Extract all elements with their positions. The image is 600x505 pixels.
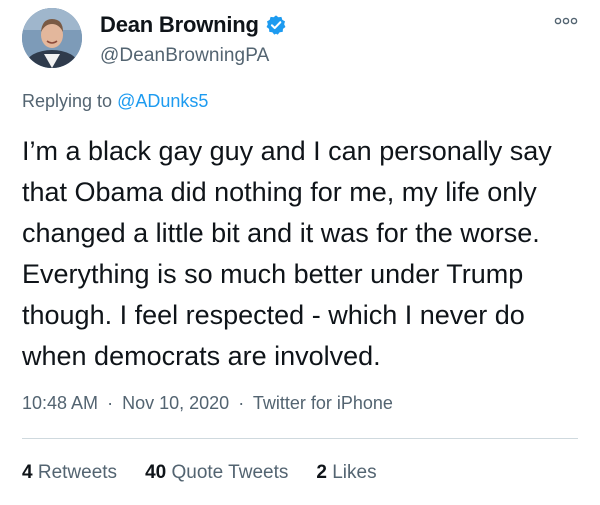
likes-label: Likes bbox=[332, 462, 377, 483]
meta-separator-2: · bbox=[238, 393, 245, 413]
divider bbox=[22, 438, 578, 439]
author-info: Dean Browning @DeanBrowningPA bbox=[100, 10, 287, 67]
display-name-row: Dean Browning bbox=[100, 10, 287, 40]
verified-badge-icon bbox=[265, 14, 287, 36]
tweet-time[interactable]: 10:48 AM bbox=[22, 393, 98, 413]
display-name[interactable]: Dean Browning bbox=[100, 12, 259, 38]
likes-stat[interactable]: 2 Likes bbox=[316, 462, 376, 484]
quote-tweets-stat[interactable]: 40 Quote Tweets bbox=[145, 462, 288, 484]
quote-tweets-count: 40 bbox=[145, 462, 167, 483]
more-horizontal-icon bbox=[554, 17, 578, 25]
avatar[interactable] bbox=[22, 8, 82, 68]
retweets-label: Retweets bbox=[37, 462, 118, 483]
retweets-stat[interactable]: 4 Retweets bbox=[22, 462, 117, 484]
tweet-meta: 10:48 AM · Nov 10, 2020 · Twitter for iP… bbox=[22, 393, 393, 414]
engagement-stats: 4 Retweets 40 Quote Tweets 2 Likes bbox=[22, 462, 405, 484]
quote-tweets-label: Quote Tweets bbox=[171, 462, 289, 483]
more-options-button[interactable] bbox=[554, 14, 578, 28]
reply-mention-link[interactable]: @ADunks5 bbox=[117, 91, 208, 111]
tweet-source[interactable]: Twitter for iPhone bbox=[253, 393, 393, 413]
likes-count: 2 bbox=[316, 462, 327, 483]
tweet-date[interactable]: Nov 10, 2020 bbox=[122, 393, 229, 413]
meta-separator: · bbox=[107, 393, 114, 413]
replying-prefix: Replying to bbox=[22, 91, 118, 111]
tweet-text: I’m a black gay guy and I can personally… bbox=[22, 136, 552, 371]
avatar-image bbox=[22, 8, 82, 68]
replying-to: Replying to @ADunks5 bbox=[22, 91, 208, 112]
retweets-count: 4 bbox=[22, 462, 33, 483]
tweet-card: Dean Browning @DeanBrowningPA Replying t… bbox=[0, 0, 600, 505]
handle[interactable]: @DeanBrowningPA bbox=[100, 45, 287, 67]
